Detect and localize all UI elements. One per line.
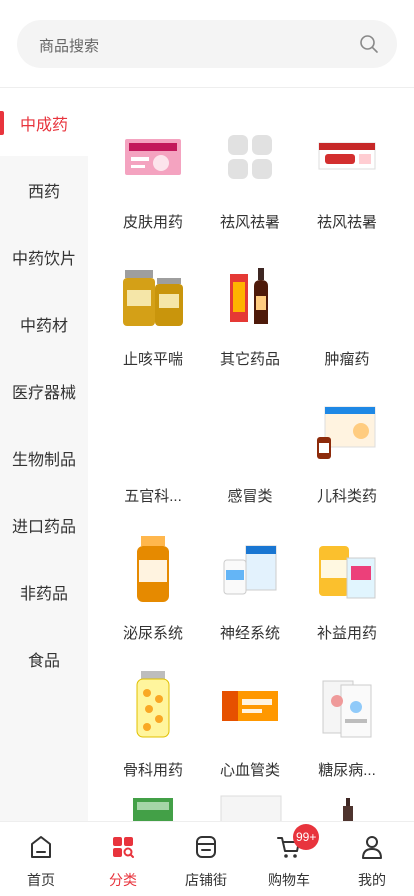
cart-count-badge: 99+ (293, 824, 320, 850)
skin-medicine-box-icon (125, 139, 181, 175)
subcategory-label: 神经系统 (219, 625, 280, 642)
sidebar-item-label: 西药 (27, 183, 60, 201)
subcategory-item[interactable]: 骨科用药 (105, 647, 201, 779)
sidebar-item-label: 生物制品 (11, 451, 76, 469)
subcategory-label: 心血管类 (219, 762, 280, 779)
tab-label: 店铺街 (185, 872, 227, 888)
tab-label: 分类 (109, 872, 137, 888)
supplement-bottle-icon (137, 536, 169, 602)
subcategory-item[interactable]: 止咳平喘 (105, 236, 201, 368)
subcategory-item[interactable]: 心血管类 (202, 647, 298, 779)
orange-box-icon (222, 691, 278, 721)
subcategory-grid: 皮肤用药 祛风祛暑 祛风祛暑 止咳平喘 其它药品 肿瘤药 五官科... 感冒类 … (88, 89, 414, 821)
sidebar-item-zhongchengyao[interactable]: 中成药 (0, 89, 88, 156)
tab-cart[interactable]: 99+ 购物车 (248, 822, 330, 896)
sidebar-item-label: 食品 (27, 652, 60, 670)
subcategory-label: 其它药品 (219, 351, 280, 368)
subcategory-label: 糖尿病... (318, 762, 376, 779)
subcategory-item[interactable]: 祛风祛暑 (202, 99, 298, 231)
subcategory-label: 五官科... (124, 488, 182, 505)
tab-profile[interactable]: 我的 (331, 822, 413, 896)
sidebar-item-food[interactable]: 食品 (0, 625, 88, 692)
sidebar-item-label: 非药品 (19, 585, 68, 603)
subcategory-item[interactable]: 五官科... (105, 373, 201, 505)
search-input[interactable]: 商品搜索 (17, 20, 397, 68)
search-icon[interactable] (359, 34, 379, 54)
blank-image-icon (218, 393, 282, 469)
subcategory-label: 肿瘤药 (324, 351, 370, 368)
sidebar-item-label: 中药材 (19, 317, 68, 335)
tab-home[interactable]: 首页 (0, 822, 82, 896)
bottom-tab-bar: 首页 分类 店铺街 99+ 购物车 我的 (0, 821, 414, 896)
subcategory-item[interactable]: 祛风祛暑 (299, 99, 395, 231)
sidebar-item-zhongyaocai[interactable]: 中药材 (0, 290, 88, 357)
blank-image-icon (315, 256, 379, 332)
placeholder-image-icon (228, 135, 272, 179)
sidebar-item-medical-devices[interactable]: 医疗器械 (0, 357, 88, 424)
white-box-icon[interactable] (219, 792, 283, 821)
store-icon (196, 836, 216, 858)
sidebar-item-imported[interactable]: 进口药品 (0, 491, 88, 558)
subcategory-label: 儿科类药 (316, 488, 377, 505)
pediatric-medicine-icon (317, 406, 376, 459)
subcategory-item[interactable]: 神经系统 (202, 510, 298, 642)
medicine-box-icon (318, 142, 376, 170)
sidebar-item-label: 中成药 (19, 116, 68, 134)
search-placeholder: 商品搜索 (39, 38, 100, 55)
subcategory-label: 皮肤用药 (122, 214, 183, 231)
sidebar-item-xiyao[interactable]: 西药 (0, 156, 88, 223)
sidebar-item-label: 医疗器械 (11, 384, 76, 402)
sidebar-item-non-drug[interactable]: 非药品 (0, 558, 88, 625)
tab-label: 购物车 (268, 872, 310, 888)
tonic-cans-icon (319, 546, 376, 599)
search-header: 商品搜索 (0, 0, 414, 88)
subcategory-item[interactable]: 其它药品 (202, 236, 298, 368)
tab-label: 我的 (358, 872, 386, 888)
sidebar-item-label: 中药饮片 (11, 250, 76, 268)
subcategory-item[interactable]: 皮肤用药 (105, 99, 201, 231)
green-box-icon[interactable] (131, 792, 175, 821)
subcategory-label: 泌尿系统 (122, 625, 183, 642)
subcategory-label: 骨科用药 (122, 762, 183, 779)
pill-bottles-icon (223, 545, 277, 595)
subcategory-item[interactable]: 儿科类药 (299, 373, 395, 505)
user-icon (362, 836, 382, 859)
subcategory-label: 补益用药 (316, 625, 377, 642)
subcategory-item[interactable]: 肿瘤药 (299, 236, 395, 368)
subcategory-label: 止咳平喘 (122, 351, 183, 368)
home-icon (31, 836, 51, 858)
softgel-bottle-icon (136, 671, 170, 738)
sidebar-item-label: 进口药品 (11, 518, 76, 536)
sidebar-item-zhongyao-yinpian[interactable]: 中药饮片 (0, 223, 88, 290)
subcategory-label: 祛风祛暑 (219, 214, 280, 231)
category-sidebar: 中成药 西药 中药饮片 中药材 医疗器械 生物制品 进口药品 非药品 食品 (0, 89, 88, 821)
subcategory-label: 感冒类 (227, 488, 273, 505)
tab-label: 首页 (27, 872, 55, 888)
dark-bottle-icon[interactable] (338, 792, 358, 821)
subcategory-item[interactable]: 感冒类 (202, 373, 298, 505)
subcategory-item[interactable]: 糖尿病... (299, 647, 395, 779)
subcategory-item[interactable]: 泌尿系统 (105, 510, 201, 642)
sidebar-item-biologics[interactable]: 生物制品 (0, 424, 88, 491)
tab-store[interactable]: 店铺街 (165, 822, 247, 896)
test-strip-packs-icon (322, 680, 372, 738)
bottle-and-box-icon (230, 268, 268, 324)
honey-jar-icon (123, 270, 183, 326)
subcategory-label: 祛风祛暑 (316, 214, 377, 231)
category-icon (113, 837, 134, 858)
tab-category[interactable]: 分类 (82, 822, 164, 896)
subcategory-item[interactable]: 补益用药 (299, 510, 395, 642)
blank-image-icon (121, 393, 185, 469)
